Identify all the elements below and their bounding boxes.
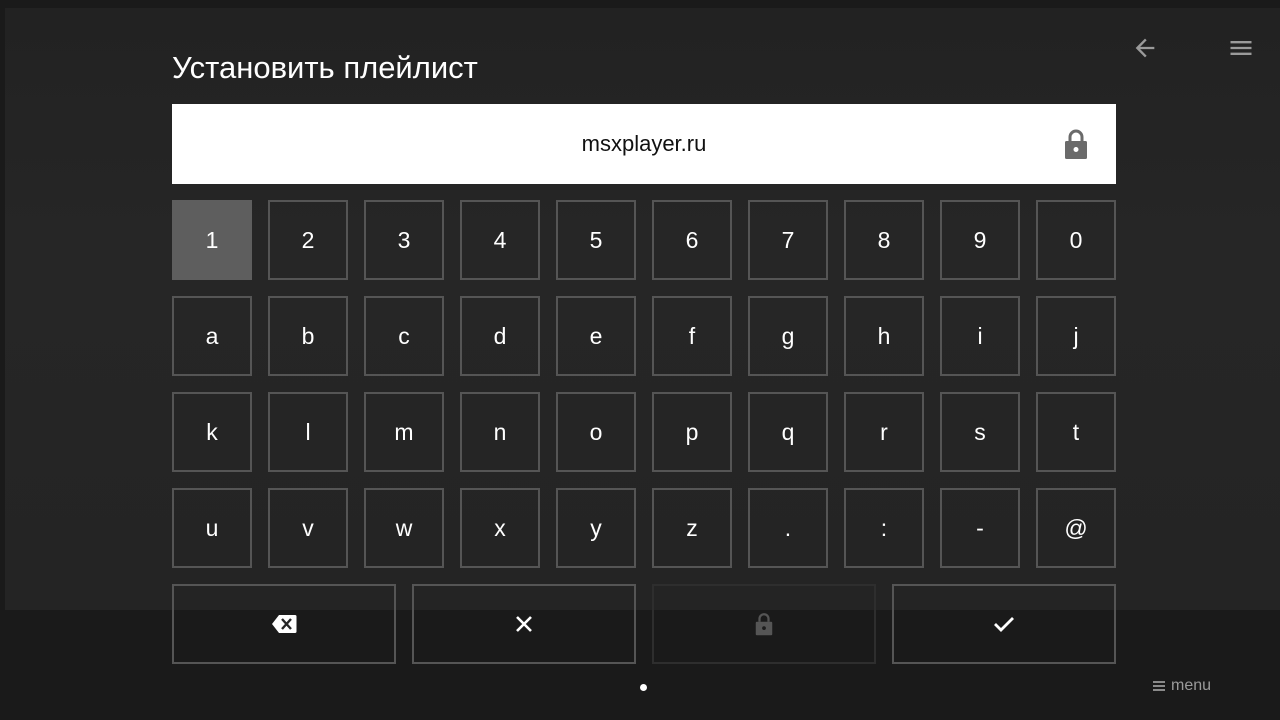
key-o[interactable]: o xyxy=(556,392,636,472)
clear-button[interactable] xyxy=(412,584,636,664)
key-h[interactable]: h xyxy=(844,296,924,376)
key-e[interactable]: e xyxy=(556,296,636,376)
hamburger-menu-icon xyxy=(1153,681,1165,691)
key-q[interactable]: q xyxy=(748,392,828,472)
key-7[interactable]: 7 xyxy=(748,200,828,280)
key-8[interactable]: 8 xyxy=(844,200,924,280)
hamburger-menu-icon xyxy=(1230,41,1252,55)
confirm-button[interactable] xyxy=(892,584,1116,664)
key-1[interactable]: 1 xyxy=(172,200,252,280)
lock-icon xyxy=(1065,129,1087,159)
key-j[interactable]: j xyxy=(1036,296,1116,376)
key-t[interactable]: t xyxy=(1036,392,1116,472)
key-w[interactable]: w xyxy=(364,488,444,568)
key-dash[interactable]: - xyxy=(940,488,1020,568)
key-r[interactable]: r xyxy=(844,392,924,472)
key-x[interactable]: x xyxy=(460,488,540,568)
key-n[interactable]: n xyxy=(460,392,540,472)
lock-icon xyxy=(755,613,773,636)
key-u[interactable]: u xyxy=(172,488,252,568)
key-c[interactable]: c xyxy=(364,296,444,376)
key-v[interactable]: v xyxy=(268,488,348,568)
key-3[interactable]: 3 xyxy=(364,200,444,280)
checkmark-icon xyxy=(994,617,1014,632)
close-icon xyxy=(516,616,532,632)
menu-button[interactable] xyxy=(1221,28,1261,68)
key-g[interactable]: g xyxy=(748,296,828,376)
key-d[interactable]: d xyxy=(460,296,540,376)
key-4[interactable]: 4 xyxy=(460,200,540,280)
page-indicator-dot xyxy=(640,684,647,691)
key-k[interactable]: k xyxy=(172,392,252,472)
page-title: Установить плейлист xyxy=(172,50,478,85)
menu-hint[interactable]: menu xyxy=(1152,676,1211,696)
key-at[interactable]: @ xyxy=(1036,488,1116,568)
lock-button[interactable] xyxy=(652,584,876,664)
input-value: msxplayer.ru xyxy=(581,131,707,156)
key-s[interactable]: s xyxy=(940,392,1020,472)
key-i[interactable]: i xyxy=(940,296,1020,376)
key-f[interactable]: f xyxy=(652,296,732,376)
key-dot[interactable]: . xyxy=(748,488,828,568)
key-2[interactable]: 2 xyxy=(268,200,348,280)
key-m[interactable]: m xyxy=(364,392,444,472)
screen: Установить плейлист msxplayer.ru 1234567… xyxy=(0,0,1280,720)
arrow-left-icon xyxy=(1135,38,1155,58)
key-y[interactable]: y xyxy=(556,488,636,568)
backspace-icon xyxy=(272,615,297,633)
key-z[interactable]: z xyxy=(652,488,732,568)
key-0[interactable]: 0 xyxy=(1036,200,1116,280)
key-l[interactable]: l xyxy=(268,392,348,472)
back-button[interactable] xyxy=(1125,28,1165,68)
key-p[interactable]: p xyxy=(652,392,732,472)
key-9[interactable]: 9 xyxy=(940,200,1020,280)
playlist-url-input[interactable]: msxplayer.ru xyxy=(172,104,1116,184)
backspace-button[interactable] xyxy=(172,584,396,664)
key-colon[interactable]: : xyxy=(844,488,924,568)
key-a[interactable]: a xyxy=(172,296,252,376)
key-5[interactable]: 5 xyxy=(556,200,636,280)
key-b[interactable]: b xyxy=(268,296,348,376)
menu-label: menu xyxy=(1171,677,1212,694)
key-6[interactable]: 6 xyxy=(652,200,732,280)
